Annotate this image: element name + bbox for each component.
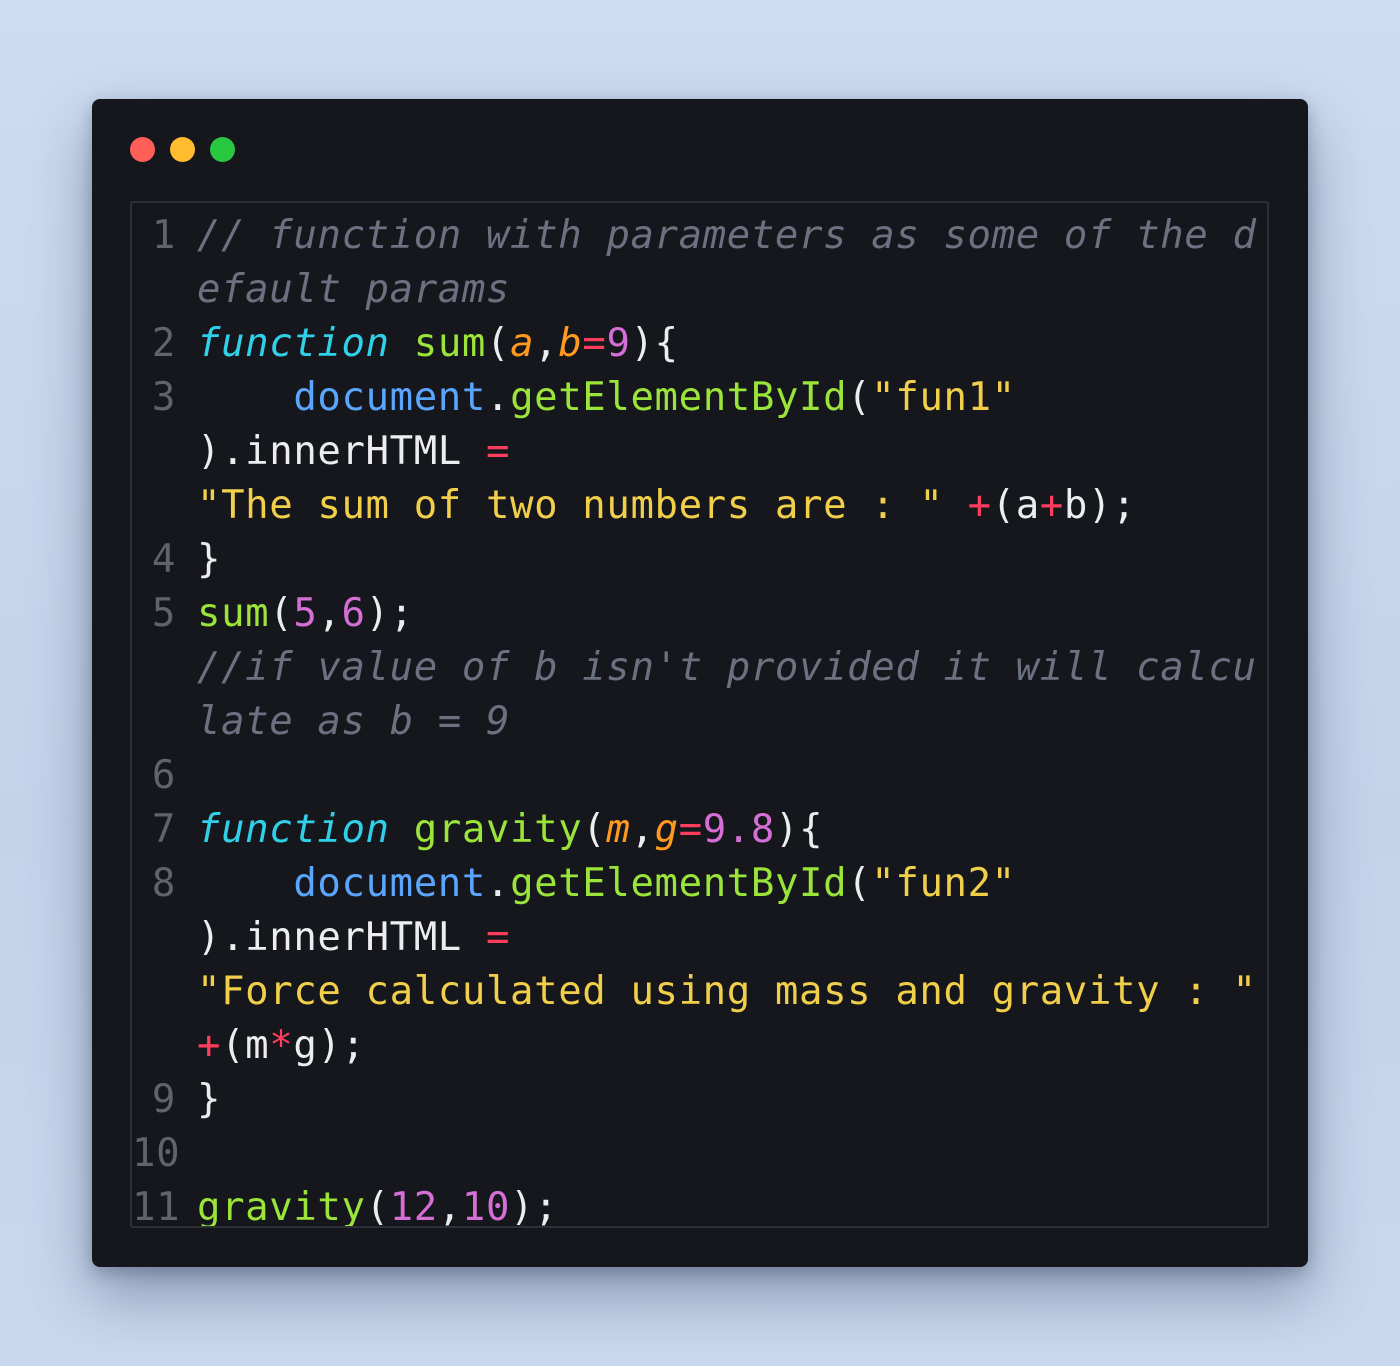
code-line-8-wrap-2: "Force calculated using mass and gravity… xyxy=(132,965,1267,1019)
number: 10 xyxy=(461,1185,511,1228)
comment: //if value of b isn't provided it will c… xyxy=(197,645,1257,690)
code-line-3-wrap-1: ).innerHTML = xyxy=(197,429,511,474)
object: document xyxy=(293,375,486,420)
line-number: 7 xyxy=(151,807,176,852)
code-block: 1 // function with parameters as some of… xyxy=(132,209,1267,1228)
operator: = xyxy=(485,915,511,960)
code-line-1-wrap: efault params xyxy=(132,263,1267,317)
comment: late as b = 9 xyxy=(197,699,511,744)
keyword: function xyxy=(197,321,390,366)
code-line-1: 1 // function with parameters as some of… xyxy=(132,209,1267,263)
operator: = xyxy=(678,807,703,852)
number: 6 xyxy=(341,591,366,636)
code-line-11: 11 gravity(12,10); xyxy=(132,1181,1267,1228)
number: 12 xyxy=(389,1185,438,1228)
operator: + xyxy=(1039,483,1064,528)
line-number: 5 xyxy=(151,591,176,636)
number: 9.8 xyxy=(702,807,776,852)
object: document xyxy=(293,861,486,906)
code-line-4: 4 } xyxy=(132,533,1267,587)
code-line-6: 6 xyxy=(132,749,1267,803)
line-number: 4 xyxy=(151,537,176,582)
keyword: function xyxy=(197,807,390,852)
code-line-3: 3 document.getElementById("fun1" xyxy=(132,371,1267,425)
string: "fun1" xyxy=(871,375,1016,420)
param: g xyxy=(654,807,679,852)
code-window: 1 // function with parameters as some of… xyxy=(92,99,1308,1267)
function-call: gravity xyxy=(197,1185,366,1228)
line-number: 10 xyxy=(132,1131,181,1176)
code-line-5-comment-wrap: late as b = 9 xyxy=(132,695,1267,749)
code-line-5-comment: //if value of b isn't provided it will c… xyxy=(132,641,1267,695)
line-number: 6 xyxy=(151,753,176,798)
line-number: 11 xyxy=(132,1185,181,1228)
comment: efault params xyxy=(197,267,511,312)
method: getElementById xyxy=(510,375,848,420)
operator: * xyxy=(269,1023,294,1068)
code-line-8-wrap-3: +(m*g); xyxy=(197,1023,366,1068)
operator: + xyxy=(197,1023,222,1068)
code-line-3-wrap-2: "The sum of two numbers are : " +(a+b); xyxy=(197,483,1137,528)
function-name: gravity xyxy=(413,807,583,852)
maximize-dot-icon[interactable] xyxy=(210,137,235,162)
line-number: 8 xyxy=(151,861,176,906)
number: 9 xyxy=(606,321,631,366)
minimize-dot-icon[interactable] xyxy=(170,137,195,162)
operator: = xyxy=(485,429,511,474)
string: "fun2" xyxy=(871,861,1016,906)
code-editor[interactable]: 1 // function with parameters as some of… xyxy=(130,201,1269,1228)
code-line-7: 7 function gravity(m,g=9.8){ xyxy=(132,803,1267,857)
function-call: sum xyxy=(197,591,270,636)
number: 5 xyxy=(293,591,318,636)
string: "The sum of two numbers are : " xyxy=(197,483,968,528)
param: a xyxy=(510,321,535,366)
close-dot-icon[interactable] xyxy=(130,137,155,162)
code-line-5: 5 sum(5,6); xyxy=(132,587,1267,641)
function-name: sum xyxy=(413,321,486,366)
string: "Force calculated using mass and gravity… xyxy=(197,969,1257,1014)
operator: = xyxy=(582,321,607,366)
comment: // function with parameters as some of t… xyxy=(197,213,1257,258)
code-line-8-wrap-1: ).innerHTML = xyxy=(197,915,511,960)
line-number: 9 xyxy=(151,1077,176,1122)
line-number: 1 xyxy=(151,213,176,258)
operator: + xyxy=(967,483,992,528)
code-line-10: 10 xyxy=(132,1127,1267,1181)
line-number: 3 xyxy=(151,375,176,420)
code-line-2: 2 function sum(a,b=9){ xyxy=(132,317,1267,371)
line-number: 2 xyxy=(151,321,176,366)
param: m xyxy=(606,807,631,852)
method: getElementById xyxy=(510,861,848,906)
code-line-8: 8 document.getElementById("fun2" xyxy=(132,857,1267,911)
code-line-9: 9 } xyxy=(132,1073,1267,1127)
param: b xyxy=(558,321,583,366)
